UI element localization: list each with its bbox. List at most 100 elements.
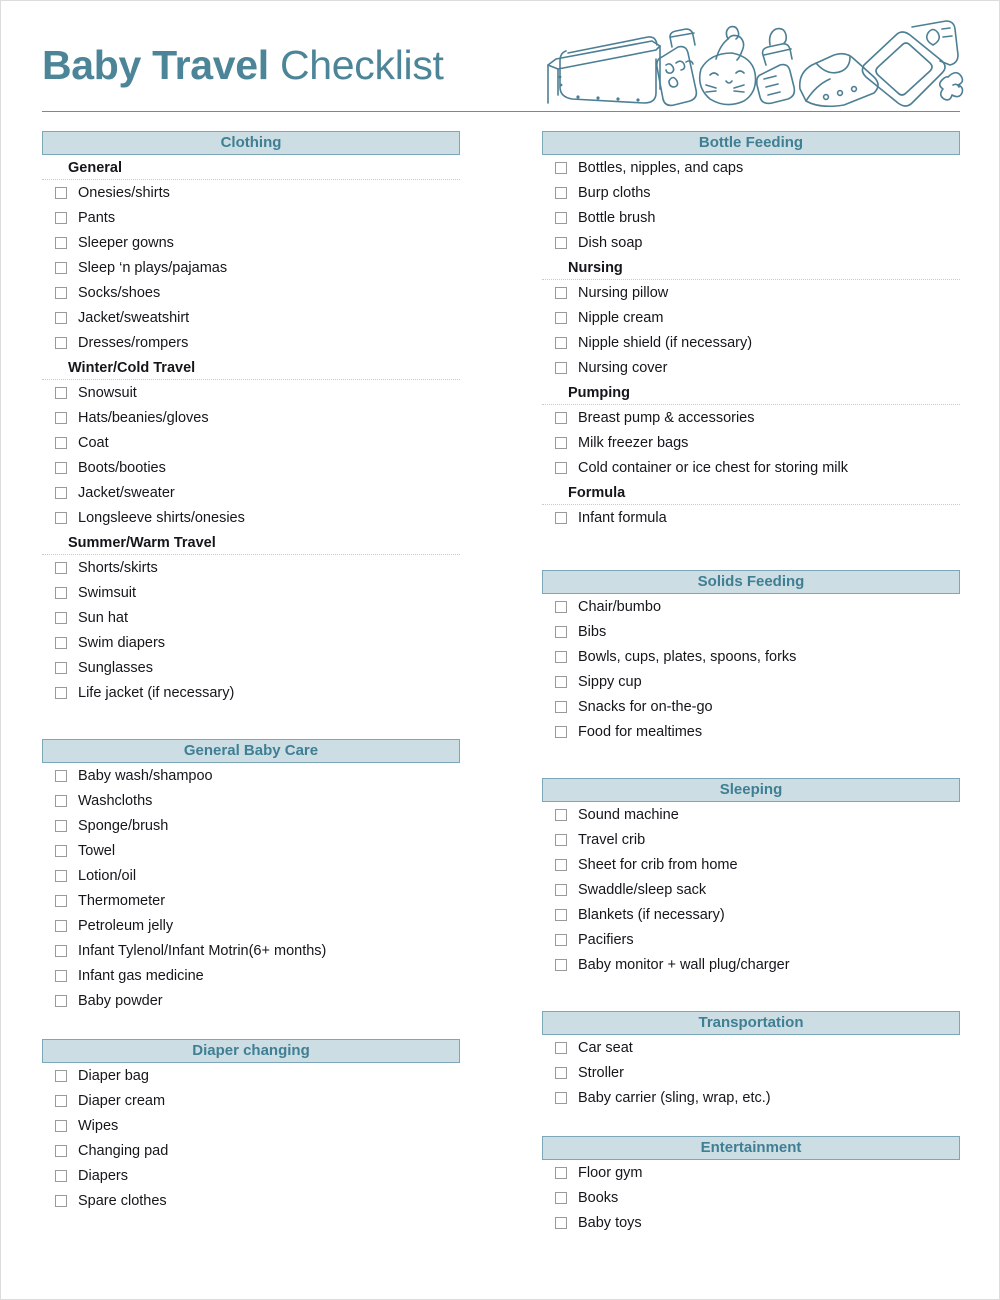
checklist-row[interactable]: Snowsuit bbox=[42, 380, 460, 405]
checklist-row[interactable]: Jacket/sweater bbox=[42, 480, 460, 505]
checkbox-icon[interactable] bbox=[55, 1169, 67, 1182]
checklist-row[interactable]: Socks/shoes bbox=[42, 280, 460, 305]
checklist-row[interactable]: Milk freezer bags bbox=[542, 430, 960, 455]
checklist-row[interactable]: Nipple shield (if necessary) bbox=[542, 330, 960, 355]
checkbox-icon[interactable] bbox=[55, 611, 67, 624]
checklist-row[interactable]: Books bbox=[542, 1185, 960, 1210]
checkbox-icon[interactable] bbox=[55, 461, 67, 474]
checklist-row[interactable]: Changing pad bbox=[42, 1138, 460, 1163]
checkbox-icon[interactable] bbox=[55, 261, 67, 274]
checklist-row[interactable]: Stroller bbox=[542, 1060, 960, 1085]
checkbox-icon[interactable] bbox=[55, 919, 67, 932]
checklist-row[interactable]: Coat bbox=[42, 430, 460, 455]
checklist-row[interactable]: Onesies/shirts bbox=[42, 180, 460, 205]
checklist-row[interactable]: Swimsuit bbox=[42, 580, 460, 605]
checkbox-icon[interactable] bbox=[555, 311, 567, 324]
checklist-row[interactable]: Longsleeve shirts/onesies bbox=[42, 505, 460, 530]
checkbox-icon[interactable] bbox=[555, 675, 567, 688]
checklist-row[interactable]: Sippy cup bbox=[542, 669, 960, 694]
checklist-row[interactable]: Dish soap bbox=[542, 230, 960, 255]
checkbox-icon[interactable] bbox=[555, 1216, 567, 1229]
checkbox-icon[interactable] bbox=[555, 883, 567, 896]
checkbox-icon[interactable] bbox=[55, 386, 67, 399]
checkbox-icon[interactable] bbox=[555, 361, 567, 374]
checkbox-icon[interactable] bbox=[555, 1066, 567, 1079]
checklist-row[interactable]: Lotion/oil bbox=[42, 863, 460, 888]
checklist-row[interactable]: Wipes bbox=[42, 1113, 460, 1138]
checklist-row[interactable]: Sleep ‘n plays/pajamas bbox=[42, 255, 460, 280]
checkbox-icon[interactable] bbox=[555, 1166, 567, 1179]
checkbox-icon[interactable] bbox=[555, 700, 567, 713]
checklist-row[interactable]: Infant Tylenol/Infant Motrin(6+ months) bbox=[42, 938, 460, 963]
checkbox-icon[interactable] bbox=[55, 436, 67, 449]
checkbox-icon[interactable] bbox=[555, 1091, 567, 1104]
checkbox-icon[interactable] bbox=[55, 511, 67, 524]
checklist-row[interactable]: Sun hat bbox=[42, 605, 460, 630]
checkbox-icon[interactable] bbox=[555, 933, 567, 946]
checklist-row[interactable]: Sunglasses bbox=[42, 655, 460, 680]
checkbox-icon[interactable] bbox=[555, 833, 567, 846]
checkbox-icon[interactable] bbox=[55, 686, 67, 699]
checkbox-icon[interactable] bbox=[555, 186, 567, 199]
checkbox-icon[interactable] bbox=[555, 808, 567, 821]
checklist-row[interactable]: Diaper cream bbox=[42, 1088, 460, 1113]
checkbox-icon[interactable] bbox=[555, 958, 567, 971]
checklist-row[interactable]: Blankets (if necessary) bbox=[542, 902, 960, 927]
checkbox-icon[interactable] bbox=[55, 236, 67, 249]
checkbox-icon[interactable] bbox=[555, 725, 567, 738]
checklist-row[interactable]: Food for mealtimes bbox=[542, 719, 960, 744]
checklist-row[interactable]: Car seat bbox=[542, 1035, 960, 1060]
checkbox-icon[interactable] bbox=[55, 1194, 67, 1207]
checklist-row[interactable]: Dresses/rompers bbox=[42, 330, 460, 355]
checkbox-icon[interactable] bbox=[555, 411, 567, 424]
checklist-row[interactable]: Sound machine bbox=[542, 802, 960, 827]
checkbox-icon[interactable] bbox=[55, 1069, 67, 1082]
checkbox-icon[interactable] bbox=[555, 236, 567, 249]
checkbox-icon[interactable] bbox=[555, 650, 567, 663]
checklist-row[interactable]: Towel bbox=[42, 838, 460, 863]
checkbox-icon[interactable] bbox=[555, 908, 567, 921]
checklist-row[interactable]: Bottles, nipples, and caps bbox=[542, 155, 960, 180]
checklist-row[interactable]: Bottle brush bbox=[542, 205, 960, 230]
checkbox-icon[interactable] bbox=[55, 869, 67, 882]
checklist-row[interactable]: Floor gym bbox=[542, 1160, 960, 1185]
checkbox-icon[interactable] bbox=[55, 794, 67, 807]
checklist-row[interactable]: Burp cloths bbox=[542, 180, 960, 205]
checklist-row[interactable]: Baby wash/shampoo bbox=[42, 763, 460, 788]
checkbox-icon[interactable] bbox=[55, 636, 67, 649]
checkbox-icon[interactable] bbox=[55, 819, 67, 832]
checkbox-icon[interactable] bbox=[555, 600, 567, 613]
checklist-row[interactable]: Diaper bag bbox=[42, 1063, 460, 1088]
checklist-row[interactable]: Diapers bbox=[42, 1163, 460, 1188]
checkbox-icon[interactable] bbox=[55, 969, 67, 982]
checkbox-icon[interactable] bbox=[55, 1144, 67, 1157]
checklist-row[interactable]: Baby toys bbox=[542, 1210, 960, 1235]
checklist-row[interactable]: Nursing cover bbox=[542, 355, 960, 380]
checkbox-icon[interactable] bbox=[555, 461, 567, 474]
checklist-row[interactable]: Swaddle/sleep sack bbox=[542, 877, 960, 902]
checklist-row[interactable]: Hats/beanies/gloves bbox=[42, 405, 460, 430]
checklist-row[interactable]: Thermometer bbox=[42, 888, 460, 913]
checkbox-icon[interactable] bbox=[55, 336, 67, 349]
checklist-row[interactable]: Washcloths bbox=[42, 788, 460, 813]
checklist-row[interactable]: Sleeper gowns bbox=[42, 230, 460, 255]
checkbox-icon[interactable] bbox=[55, 1119, 67, 1132]
checklist-row[interactable]: Petroleum jelly bbox=[42, 913, 460, 938]
checkbox-icon[interactable] bbox=[55, 286, 67, 299]
checklist-row[interactable]: Sponge/brush bbox=[42, 813, 460, 838]
checkbox-icon[interactable] bbox=[55, 661, 67, 674]
checklist-row[interactable]: Pants bbox=[42, 205, 460, 230]
checklist-row[interactable]: Shorts/skirts bbox=[42, 555, 460, 580]
checkbox-icon[interactable] bbox=[55, 944, 67, 957]
checklist-row[interactable]: Snacks for on-the-go bbox=[542, 694, 960, 719]
checklist-row[interactable]: Baby powder bbox=[42, 988, 460, 1013]
checkbox-icon[interactable] bbox=[55, 561, 67, 574]
checkbox-icon[interactable] bbox=[55, 844, 67, 857]
checkbox-icon[interactable] bbox=[55, 894, 67, 907]
checklist-row[interactable]: Nipple cream bbox=[542, 305, 960, 330]
checklist-row[interactable]: Chair/bumbo bbox=[542, 594, 960, 619]
checklist-row[interactable]: Sheet for crib from home bbox=[542, 852, 960, 877]
checkbox-icon[interactable] bbox=[55, 411, 67, 424]
checklist-row[interactable]: Travel crib bbox=[542, 827, 960, 852]
checklist-row[interactable]: Jacket/sweatshirt bbox=[42, 305, 460, 330]
